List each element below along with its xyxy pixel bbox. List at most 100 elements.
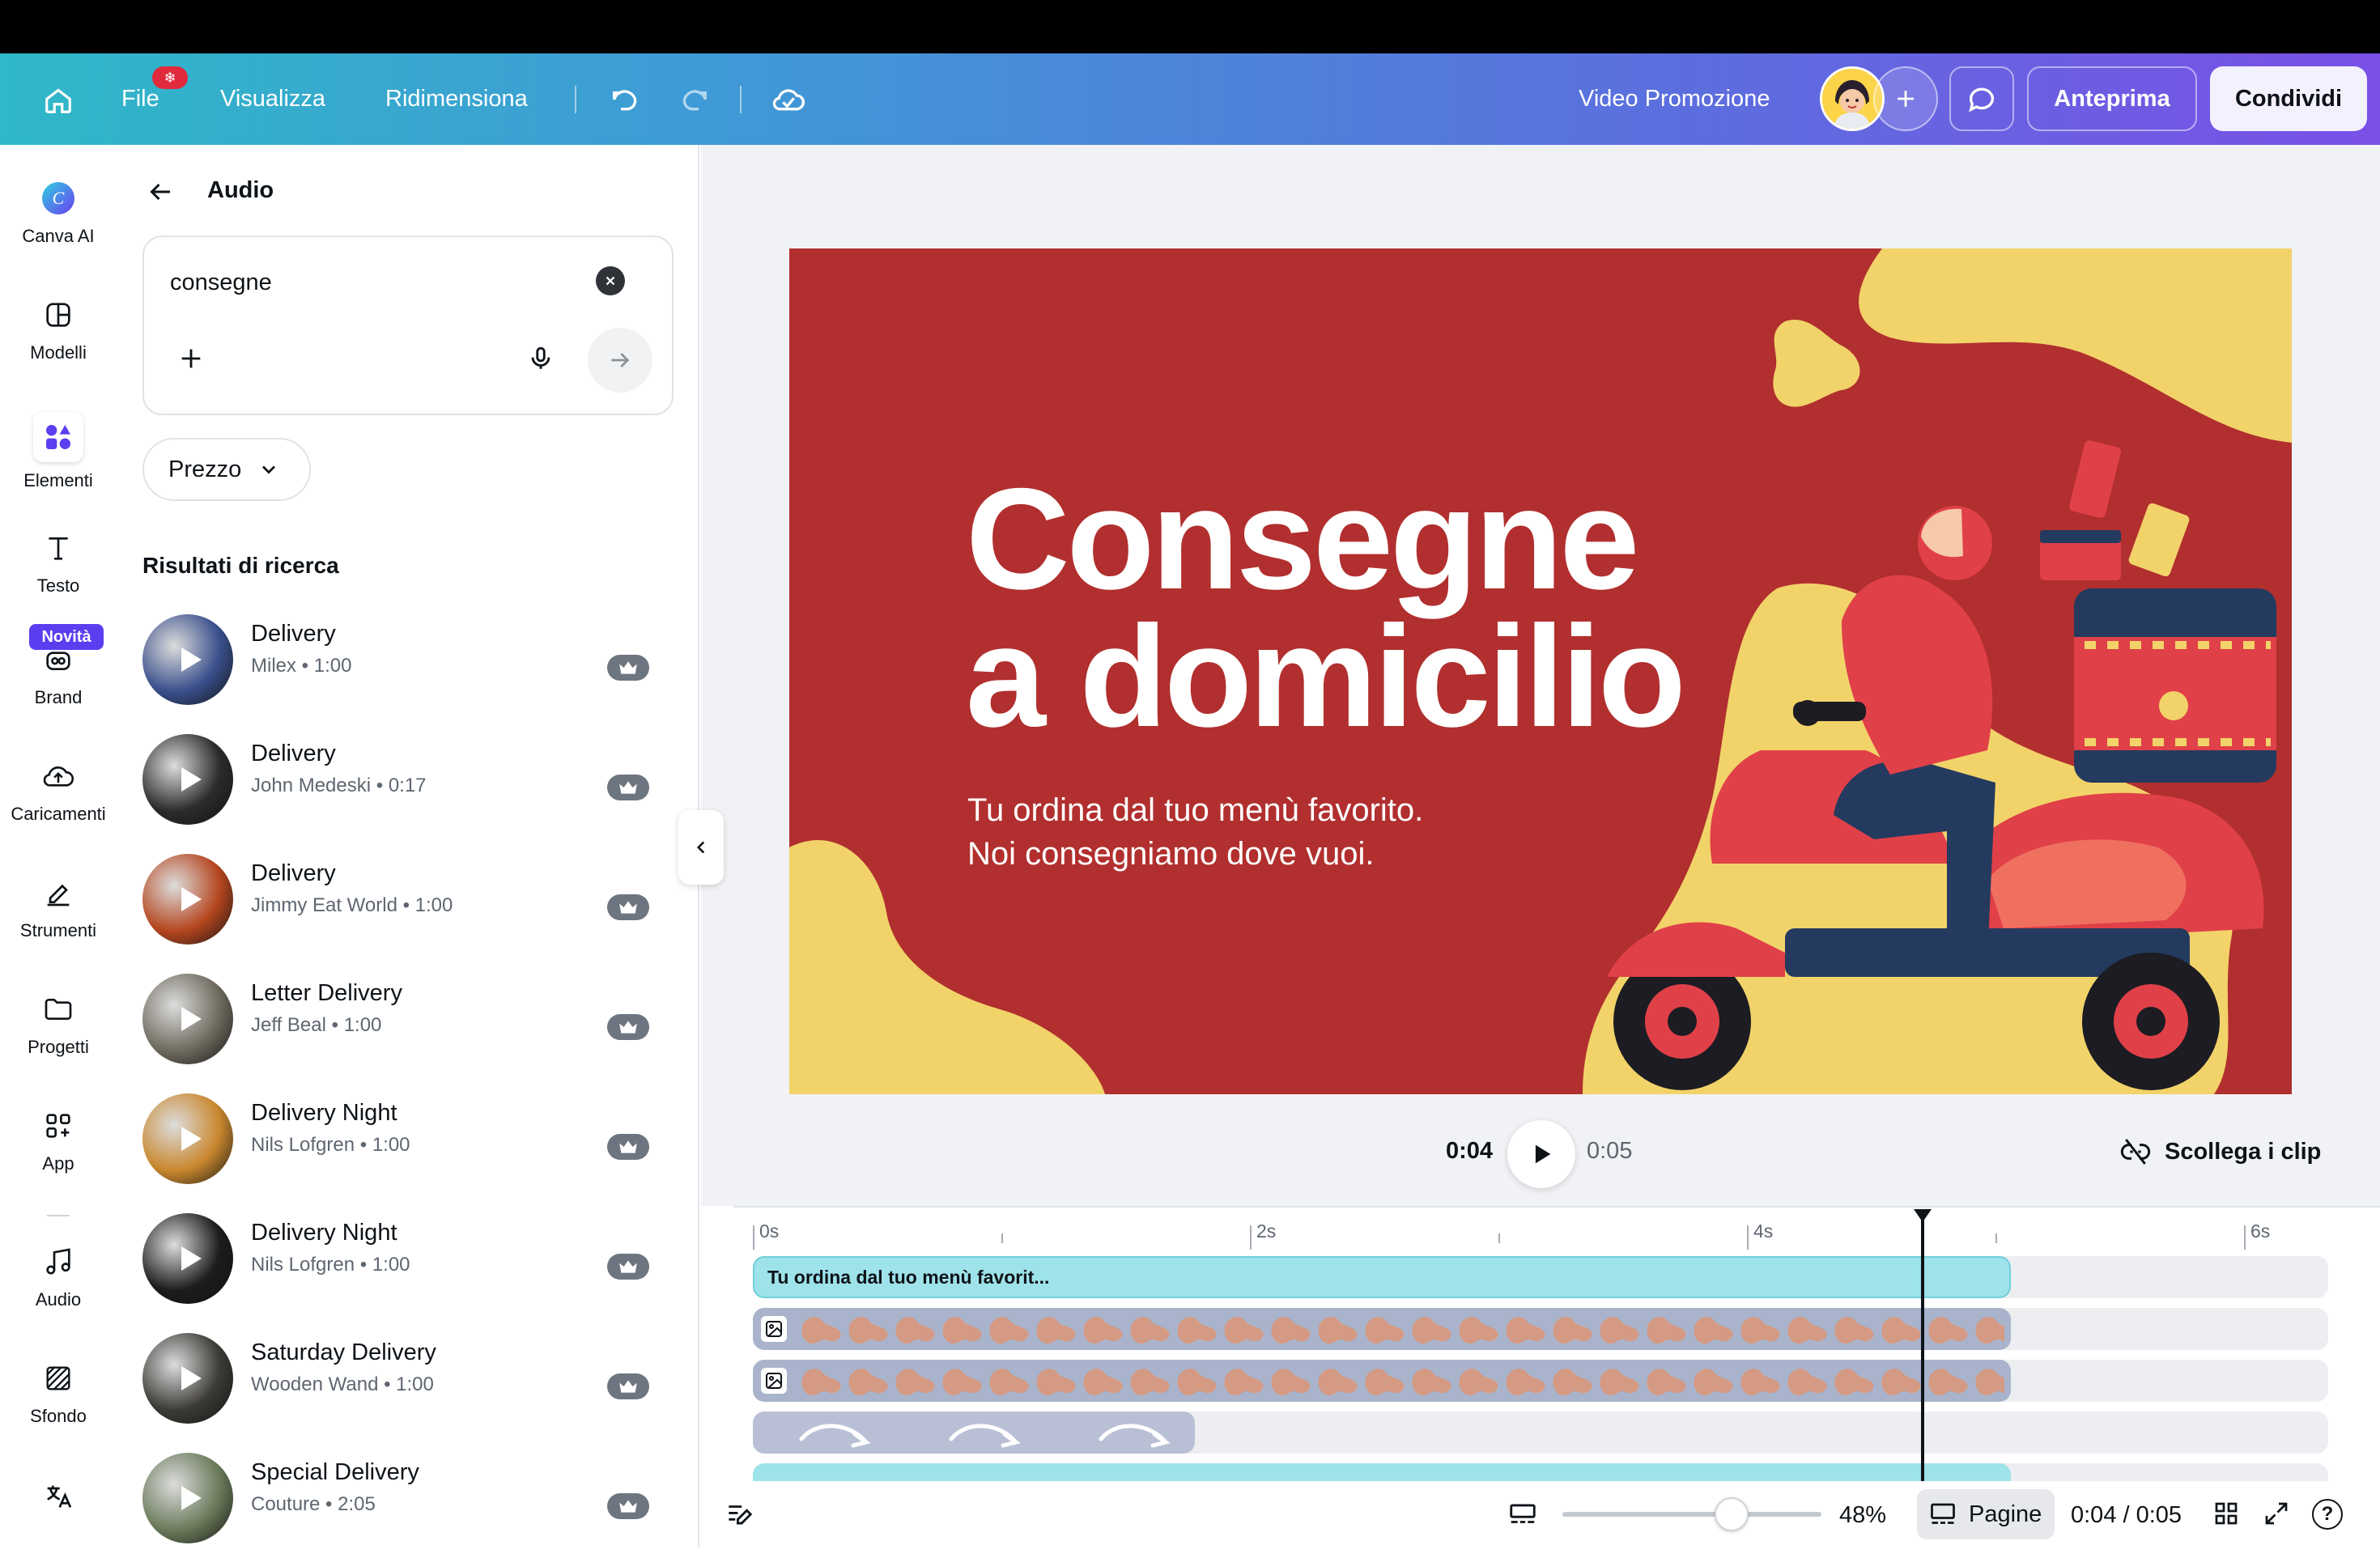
track-meta: Nils Lofgren • 1:00: [251, 1134, 410, 1156]
album-thumbnail[interactable]: [142, 1333, 233, 1424]
track-title: Delivery: [251, 741, 336, 766]
rail-divider: [47, 1215, 70, 1216]
headline-clip[interactable]: [753, 1463, 2011, 1481]
audio-result-item[interactable]: Saturday Delivery Wooden Wand • 1:00: [142, 1325, 661, 1438]
rail-item-apps[interactable]: App: [0, 1106, 117, 1174]
zoom-percentage[interactable]: 48%: [1839, 1502, 1886, 1529]
comment-icon[interactable]: [1949, 66, 2014, 131]
subtitle-line1[interactable]: Tu ordina dal tuo menù favorito.: [967, 792, 1423, 829]
rail-item-elements[interactable]: Elementi: [0, 412, 117, 491]
track-meta: Wooden Wand • 1:00: [251, 1373, 434, 1395]
pages-label: Pagine: [1969, 1501, 2042, 1527]
album-thumbnail[interactable]: [142, 1213, 233, 1304]
track-meta: Nils Lofgren • 1:00: [251, 1254, 410, 1276]
grid-view-icon[interactable]: [2212, 1499, 2244, 1531]
audio-result-item[interactable]: Delivery Jimmy Eat World • 1:00: [142, 846, 661, 959]
rail-label: Canva AI: [22, 226, 95, 246]
play-button[interactable]: [1507, 1120, 1575, 1188]
album-thumbnail[interactable]: [142, 1093, 233, 1184]
track-title: Delivery Night: [251, 1100, 397, 1126]
rail-item-brand[interactable]: Brand: [0, 640, 117, 708]
timeline-tick-label: 6s: [2250, 1221, 2271, 1242]
tools-icon: [39, 873, 78, 912]
image-clip-2[interactable]: [753, 1360, 2011, 1402]
notes-icon[interactable]: [724, 1499, 756, 1531]
back-arrow-icon[interactable]: [142, 174, 178, 210]
play-icon: [181, 1007, 202, 1031]
rail-item-audio[interactable]: Audio: [0, 1242, 117, 1310]
header-divider: [575, 86, 576, 113]
share-button[interactable]: Condividi: [2210, 66, 2367, 131]
rail-item-tools[interactable]: Strumenti: [0, 873, 117, 941]
album-thumbnail[interactable]: [142, 854, 233, 945]
track-title: Delivery: [251, 621, 336, 647]
play-icon: [181, 1127, 202, 1151]
timeline-view-icon[interactable]: [1507, 1499, 1540, 1531]
album-thumbnail[interactable]: [142, 734, 233, 825]
view-menu[interactable]: Visualizza: [220, 53, 325, 145]
cloud-saved-icon[interactable]: [767, 81, 810, 118]
audio-result-item[interactable]: Delivery Night Nils Lofgren • 1:00: [142, 1205, 661, 1318]
clear-search-icon[interactable]: [596, 266, 625, 295]
album-thumbnail[interactable]: [142, 614, 233, 705]
microphone-icon[interactable]: [523, 341, 559, 376]
add-icon[interactable]: [173, 341, 209, 376]
rail-item-templates[interactable]: Modelli: [0, 295, 117, 363]
price-filter-dropdown[interactable]: Prezzo: [142, 438, 311, 501]
design-canvas[interactable]: Consegne a domicilio Tu ordina dal tuo m…: [789, 248, 2292, 1094]
text-clip[interactable]: Tu ordina dal tuo menù favorit...: [753, 1256, 2011, 1298]
image-clip-1[interactable]: [753, 1308, 2011, 1350]
rail-item-translate[interactable]: [0, 1477, 117, 1524]
rail-item-background[interactable]: Sfondo: [0, 1359, 117, 1427]
rail-item-uploads[interactable]: Caricamenti: [0, 757, 117, 825]
folder-icon: [39, 990, 78, 1029]
preview-button[interactable]: Anteprima: [2027, 66, 2197, 131]
playhead[interactable]: [1914, 1209, 1932, 1481]
headline-line1[interactable]: Consegne: [966, 467, 1639, 611]
audio-result-item[interactable]: Special Delivery Couture • 2:05: [142, 1445, 661, 1558]
file-menu[interactable]: File: [121, 53, 159, 145]
rail-label: Sfondo: [30, 1406, 87, 1426]
svg-text:C: C: [53, 188, 65, 208]
time-counter: 0:04 / 0:05: [2071, 1502, 2182, 1528]
arrow-clip[interactable]: [753, 1412, 1195, 1454]
unlink-clips-button[interactable]: Scollega i clip: [2118, 1131, 2321, 1172]
subtitle-line2[interactable]: Noi consegniamo dove vuoi.: [967, 836, 1375, 872]
resize-menu[interactable]: Ridimensiona: [385, 53, 528, 145]
redo-icon[interactable]: [674, 81, 716, 118]
play-icon: [1535, 1144, 1551, 1164]
chevron-left-icon: [696, 841, 705, 854]
background-icon: [39, 1359, 78, 1398]
rail-item-canva-ai[interactable]: C Canva AI: [0, 179, 117, 247]
undo-icon[interactable]: [604, 81, 646, 118]
audio-result-item[interactable]: Delivery Night Nils Lofgren • 1:00: [142, 1085, 661, 1199]
zoom-slider-handle[interactable]: [1714, 1497, 1749, 1531]
rail-item-text[interactable]: Testo: [0, 529, 117, 596]
track-title: Letter Delivery: [251, 980, 402, 1006]
album-thumbnail[interactable]: [142, 1453, 233, 1543]
rail-item-projects[interactable]: Progetti: [0, 990, 117, 1058]
submit-search-icon[interactable]: [588, 328, 652, 393]
add-collaborator-icon[interactable]: [1873, 66, 1938, 131]
project-title[interactable]: Video Promozione: [1579, 53, 1770, 145]
timeline-tick-label: 2s: [1256, 1221, 1277, 1242]
home-icon[interactable]: [37, 83, 79, 118]
zoom-slider[interactable]: [1562, 1512, 1821, 1517]
clip-thumbnails: [798, 1363, 2004, 1399]
play-icon: [181, 1246, 202, 1271]
search-input[interactable]: consegne: [170, 270, 272, 296]
fullscreen-icon[interactable]: [2262, 1499, 2294, 1531]
translate-icon: [39, 1477, 78, 1516]
pages-button[interactable]: Pagine: [1917, 1489, 2055, 1539]
play-icon: [181, 1486, 202, 1510]
audio-result-item[interactable]: Delivery John Medeski • 0:17: [142, 726, 661, 839]
headline-line2[interactable]: a domicilio: [966, 605, 1686, 749]
panel-title: Audio: [207, 177, 274, 203]
timeline-tick: [1001, 1233, 1003, 1243]
album-thumbnail[interactable]: [142, 974, 233, 1064]
header-divider: [740, 86, 742, 113]
collapse-panel-button[interactable]: [678, 810, 724, 885]
help-button[interactable]: ?: [2312, 1499, 2343, 1530]
audio-result-item[interactable]: Delivery Milex • 1:00: [142, 606, 661, 720]
audio-result-item[interactable]: Letter Delivery Jeff Beal • 1:00: [142, 966, 661, 1079]
